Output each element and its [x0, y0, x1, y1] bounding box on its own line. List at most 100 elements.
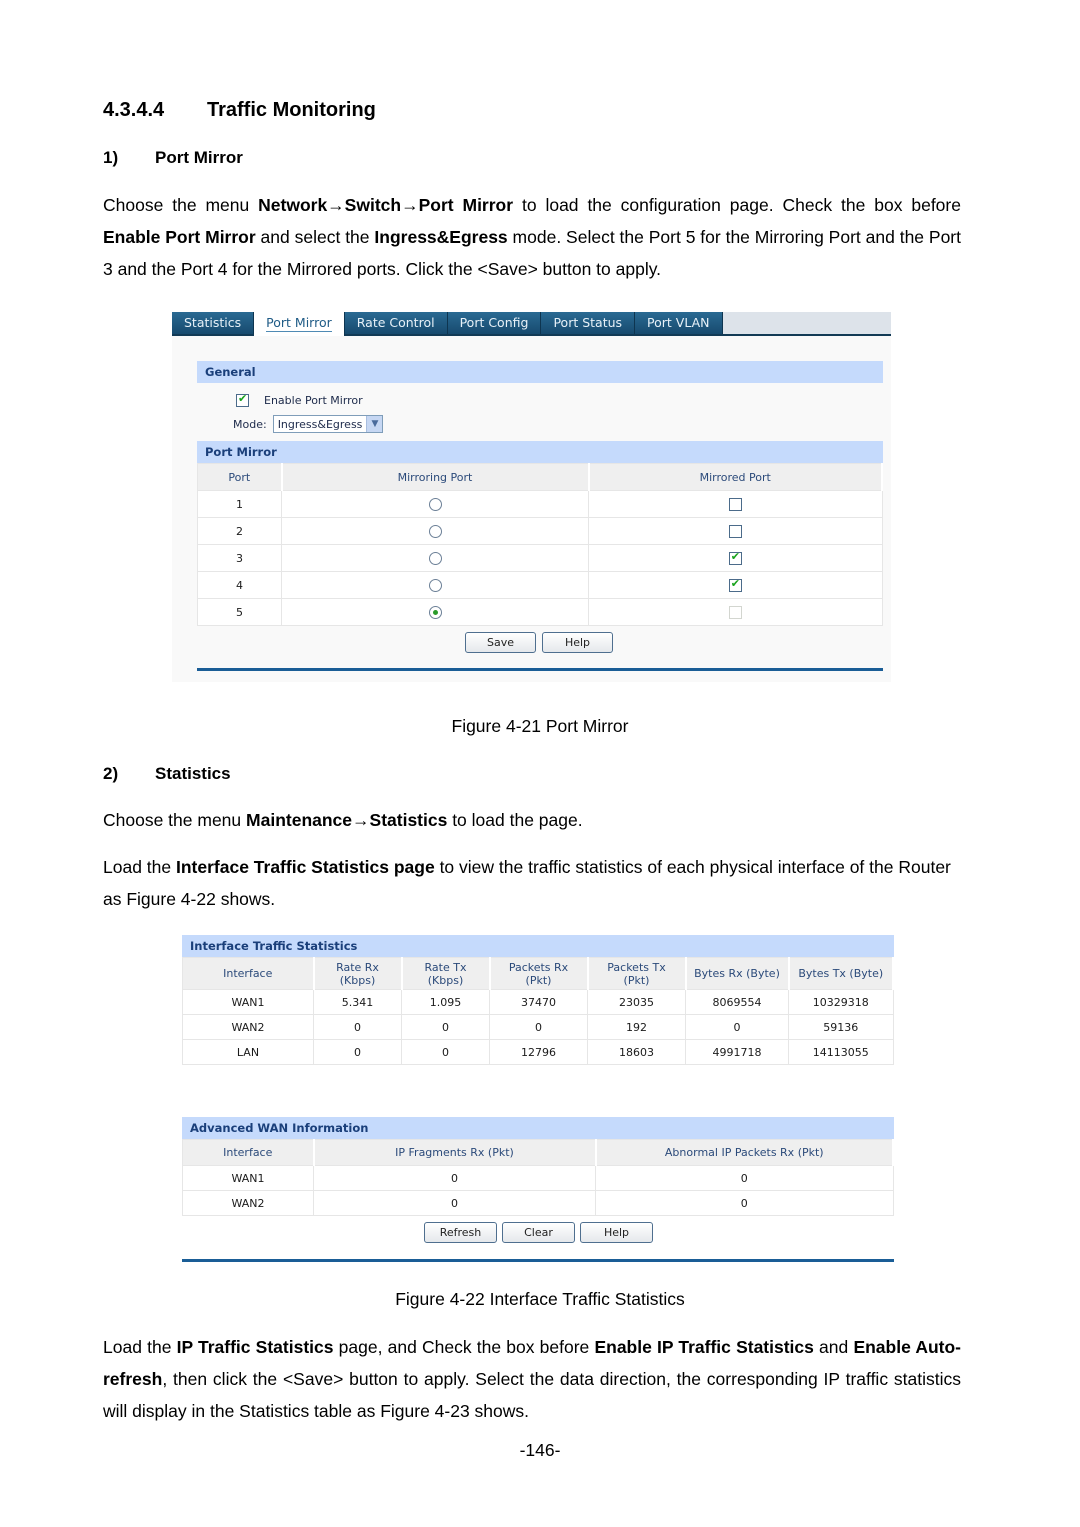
- tab-port-config[interactable]: Port Config: [447, 312, 542, 334]
- divider: [197, 668, 883, 671]
- table-row: WAN2 0 0: [182, 1190, 894, 1216]
- table-header-row: Interface IP Fragments Rx (Pkt) Abnormal…: [182, 1139, 894, 1166]
- stat-value: 5.341: [313, 989, 402, 1015]
- port-number: 5: [197, 598, 282, 626]
- table-row: 3: [197, 544, 883, 572]
- mirroring-port-cell: [281, 544, 589, 572]
- text: and: [813, 1337, 854, 1357]
- general-section-header: General: [197, 361, 883, 383]
- advanced-wan-table: Interface IP Fragments Rx (Pkt) Abnormal…: [182, 1139, 894, 1216]
- table-header-row: Interface Rate Rx (Kbps) Rate Tx (Kbps) Packe…: [182, 957, 894, 990]
- stat-value: 37470: [489, 989, 588, 1015]
- help-button[interactable]: Help: [542, 632, 613, 653]
- tab-rate-control[interactable]: Rate Control: [344, 312, 448, 334]
- subsection-title: Port Mirror: [155, 148, 243, 167]
- column-header-unit: (Kbps): [427, 973, 464, 987]
- text: , then click the <Save> button to apply.…: [103, 1369, 961, 1421]
- save-button[interactable]: Save: [465, 632, 536, 653]
- mirrored-port-cell: [588, 598, 883, 626]
- mirroring-port-radio[interactable]: [428, 578, 442, 592]
- column-header: Packets Rx (Pkt): [489, 957, 589, 990]
- mirrored-port-cell: [588, 490, 883, 518]
- table-row: 1: [197, 490, 883, 518]
- mirroring-port-radio[interactable]: [428, 551, 442, 565]
- table-header-row: Port Mirroring Port Mirrored Port: [197, 463, 883, 491]
- chevron-down-icon[interactable]: ▼: [366, 416, 383, 432]
- column-header-port: Port: [197, 463, 283, 491]
- column-header-unit: (Kbps): [339, 973, 376, 987]
- refresh-button[interactable]: Refresh: [424, 1222, 497, 1243]
- table-row: WAN1 5.341 1.095 37470 23035 8069554 10329318: [182, 989, 894, 1015]
- mirrored-port-checkbox[interactable]: [728, 524, 742, 538]
- mode-select[interactable]: Ingress&Egress ▼: [272, 415, 384, 433]
- interface-name: LAN: [182, 1039, 314, 1065]
- stat-value: 14113055: [788, 1039, 894, 1065]
- tab-label: Rate Control: [356, 315, 435, 330]
- mirroring-port-radio[interactable]: [428, 524, 442, 538]
- mirrored-port-checkbox[interactable]: [728, 577, 742, 592]
- mirrored-port-checkbox[interactable]: [728, 497, 742, 511]
- column-header-line: Packets Tx: [607, 960, 666, 974]
- column-header: Packets Tx (Pkt): [587, 957, 687, 990]
- column-header-line: Bytes Tx (Byte): [798, 967, 884, 980]
- column-header-line: Interface: [223, 967, 273, 980]
- page-number: -146-: [519, 1440, 561, 1460]
- section-number: 4.3.4.4: [103, 99, 165, 121]
- menu-path: Network→Switch→Port Mirror: [258, 195, 514, 215]
- statistics-description: Load the Interface Traffic Statistics pa…: [103, 851, 961, 915]
- column-header-mirroring-port: Mirroring Port: [281, 463, 590, 491]
- column-header-line: Rate Tx: [424, 960, 467, 974]
- figure-caption: Figure 4-21 Port Mirror: [451, 716, 629, 736]
- tab-port-mirror[interactable]: Port Mirror: [254, 312, 345, 336]
- interface-traffic-statistics-figure: Interface Traffic Statistics Interface Ra…: [182, 933, 894, 1263]
- mirrored-port-checkbox[interactable]: [728, 550, 742, 565]
- stat-value: 59136: [788, 1014, 894, 1040]
- table-row: 4: [197, 571, 883, 599]
- column-header: Bytes Rx (Byte): [685, 957, 790, 990]
- enable-port-mirror-checkbox[interactable]: [236, 392, 249, 407]
- column-header-line: Rate Rx: [336, 960, 379, 974]
- mirroring-port-cell: [281, 598, 589, 626]
- mirroring-port-radio[interactable]: [428, 497, 442, 511]
- stat-value: 0: [685, 1014, 789, 1040]
- stat-value: 0: [313, 1165, 596, 1191]
- port-mirror-instructions: Choose the menu Network→Switch→Port Mirr…: [103, 189, 961, 285]
- enable-port-mirror-label: Enable Port Mirror: [264, 394, 363, 407]
- bold-term: Enable IP Traffic Statistics: [594, 1337, 814, 1357]
- table-row: WAN1 0 0: [182, 1165, 894, 1191]
- column-header: Interface: [182, 957, 315, 990]
- stat-value: 0: [401, 1014, 490, 1040]
- tab-statistics[interactable]: Statistics: [172, 312, 255, 334]
- clear-button[interactable]: Clear: [502, 1222, 575, 1243]
- mode-select-value: Ingress&Egress: [277, 417, 363, 431]
- interface-name: WAN2: [182, 1190, 314, 1216]
- mode-row: Mode: Ingress&Egress ▼: [233, 415, 384, 433]
- port-number: 1: [197, 490, 282, 518]
- stat-value: 0: [595, 1190, 894, 1216]
- mirrored-port-cell: [588, 571, 883, 599]
- statistics-buttons: Refresh Clear Help: [424, 1222, 653, 1243]
- help-button[interactable]: Help: [580, 1222, 653, 1243]
- port-mirror-section-header: Port Mirror: [197, 441, 883, 463]
- enable-port-mirror-row: Enable Port Mirror: [236, 392, 363, 407]
- subsection-number: 2): [103, 764, 119, 783]
- section-title: Traffic Monitoring: [207, 99, 376, 121]
- bold-term: Ingress&Egress: [374, 227, 508, 247]
- column-header-line: Bytes Rx (Byte): [694, 967, 780, 980]
- table-row: 2: [197, 517, 883, 545]
- subsection-title: Statistics: [155, 764, 231, 783]
- table-row: LAN 0 0 12796 18603 4991718 14113055: [182, 1039, 894, 1065]
- stat-value: 0: [595, 1165, 894, 1191]
- mirroring-port-radio[interactable]: [428, 605, 442, 619]
- mirroring-port-cell: [281, 517, 589, 545]
- subsection-number: 1): [103, 148, 119, 167]
- stat-value: 0: [313, 1190, 596, 1216]
- stat-value: 0: [489, 1014, 588, 1040]
- menu-path: Maintenance→Statistics: [246, 810, 448, 830]
- tab-port-vlan[interactable]: Port VLAN: [635, 312, 723, 334]
- column-header-unit: (Pkt): [525, 973, 552, 987]
- text: Choose the menu: [103, 810, 247, 830]
- text: page, and Check the box before: [333, 1337, 595, 1357]
- column-header-mirrored-port: Mirrored Port: [588, 463, 883, 491]
- tab-port-status[interactable]: Port Status: [541, 312, 636, 334]
